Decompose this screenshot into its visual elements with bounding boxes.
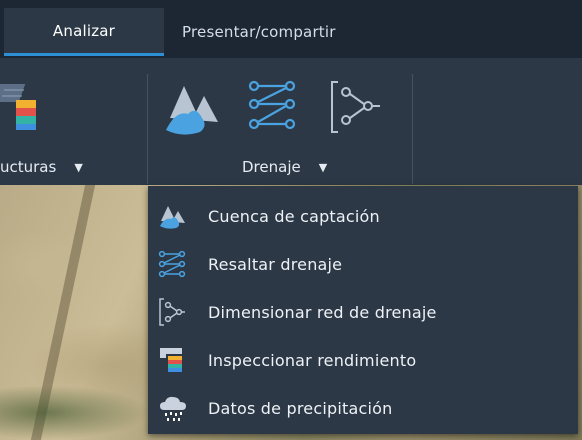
- inspect-performance-icon: [158, 345, 194, 375]
- tab-analizar[interactable]: Analizar: [4, 8, 164, 56]
- menu-item-label: Inspeccionar rendimiento: [208, 350, 417, 370]
- menu-item-label: Dimensionar red de drenaje: [208, 302, 437, 322]
- menu-item-label: Datos de precipitación: [208, 398, 393, 418]
- drainage-dropdown-menu: Cuenca de captación Resaltar drenaje Dim…: [148, 186, 578, 434]
- menu-item-highlight-drainage[interactable]: Resaltar drenaje: [148, 240, 578, 288]
- drainage-group-label: Drenaje: [242, 158, 301, 176]
- structures-group-label: ucturas: [0, 158, 57, 176]
- rainfall-icon: [158, 393, 194, 423]
- catchment-icon: [166, 86, 218, 135]
- ribbon-divider: [147, 74, 148, 184]
- menu-item-catchment[interactable]: Cuenca de captación: [148, 192, 578, 240]
- tab-presentar-compartir[interactable]: Presentar/compartir: [182, 8, 422, 56]
- ribbon-divider: [412, 74, 413, 184]
- menu-item-inspect-performance[interactable]: Inspeccionar rendimiento: [148, 336, 578, 384]
- highlight-drainage-icon: [158, 249, 194, 279]
- highlight-drainage-button[interactable]: [246, 78, 300, 134]
- chevron-down-icon: ▼: [318, 160, 328, 174]
- drainage-network-icon: [158, 297, 194, 327]
- drainage-network-button[interactable]: [328, 78, 382, 136]
- drainage-group-dropdown[interactable]: Drenaje ▼: [242, 155, 382, 179]
- menu-item-label: Cuenca de captación: [208, 206, 380, 226]
- catchment-button[interactable]: [162, 78, 224, 138]
- drainage-network-icon: [331, 81, 380, 133]
- menu-item-label: Resaltar drenaje: [208, 254, 343, 274]
- catchment-icon: [158, 201, 194, 231]
- chevron-down-icon: ▼: [74, 160, 83, 174]
- highlight-drainage-icon: [248, 80, 296, 130]
- menu-item-drainage-network[interactable]: Dimensionar red de drenaje: [148, 288, 578, 336]
- tab-bar: Analizar Presentar/compartir: [0, 0, 582, 58]
- menu-item-rainfall-data[interactable]: Datos de precipitación: [148, 384, 578, 432]
- structures-icon[interactable]: [0, 82, 40, 132]
- structures-group-dropdown[interactable]: ucturas ▼: [0, 155, 130, 179]
